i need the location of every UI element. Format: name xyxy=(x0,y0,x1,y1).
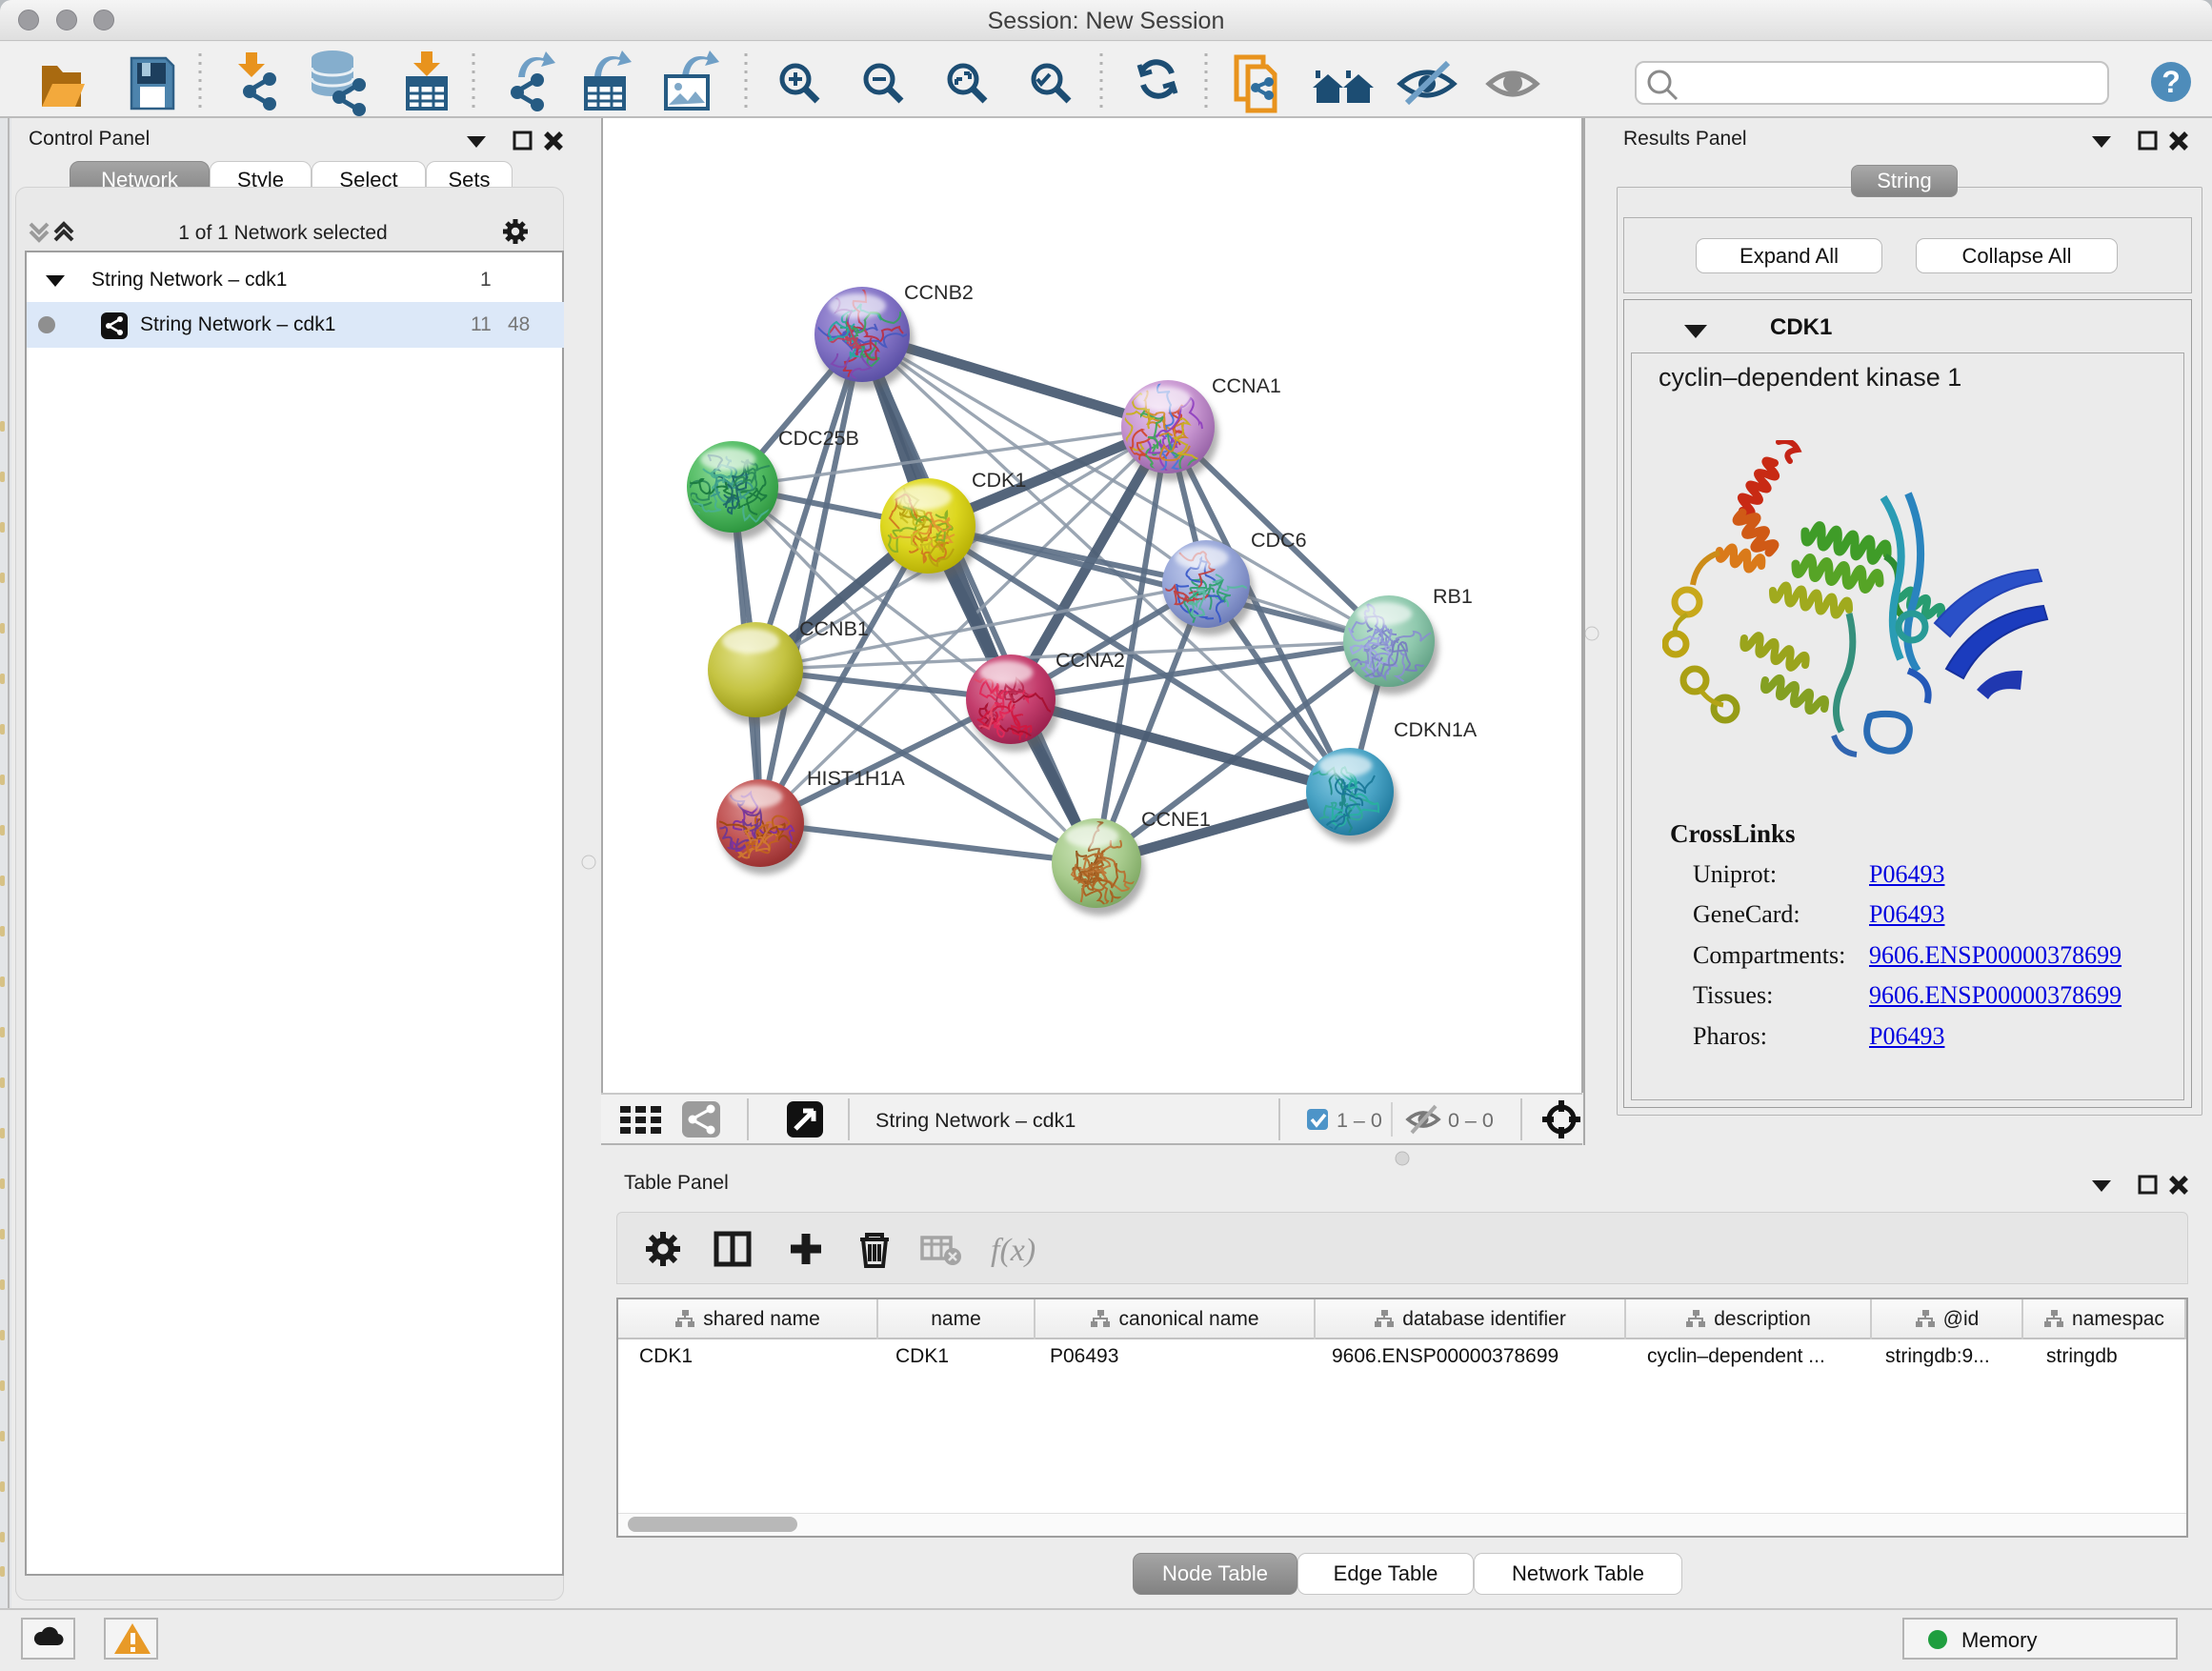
svg-text:CDC6: CDC6 xyxy=(1251,529,1307,552)
svg-text:1 – 0: 1 – 0 xyxy=(1337,1109,1382,1132)
svg-text:String Network – cdk1: String Network – cdk1 xyxy=(875,1109,1076,1132)
svg-text:CCNB1: CCNB1 xyxy=(799,617,869,640)
svg-text:CCNA2: CCNA2 xyxy=(1056,649,1125,672)
svg-text:CCNE1: CCNE1 xyxy=(1141,808,1211,831)
svg-text:0 – 0: 0 – 0 xyxy=(1448,1109,1494,1132)
svg-text:CCNA1: CCNA1 xyxy=(1212,374,1281,397)
svg-text:RB1: RB1 xyxy=(1433,585,1473,608)
svg-text:HIST1H1A: HIST1H1A xyxy=(807,767,905,790)
svg-text:f(x): f(x) xyxy=(991,1233,1036,1268)
svg-text:CDC25B: CDC25B xyxy=(778,427,859,450)
svg-text:CCNB2: CCNB2 xyxy=(904,281,974,304)
svg-text:CDK1: CDK1 xyxy=(972,469,1026,492)
svg-text:CDKN1A: CDKN1A xyxy=(1394,718,1478,741)
svg-text:?: ? xyxy=(2162,65,2181,99)
